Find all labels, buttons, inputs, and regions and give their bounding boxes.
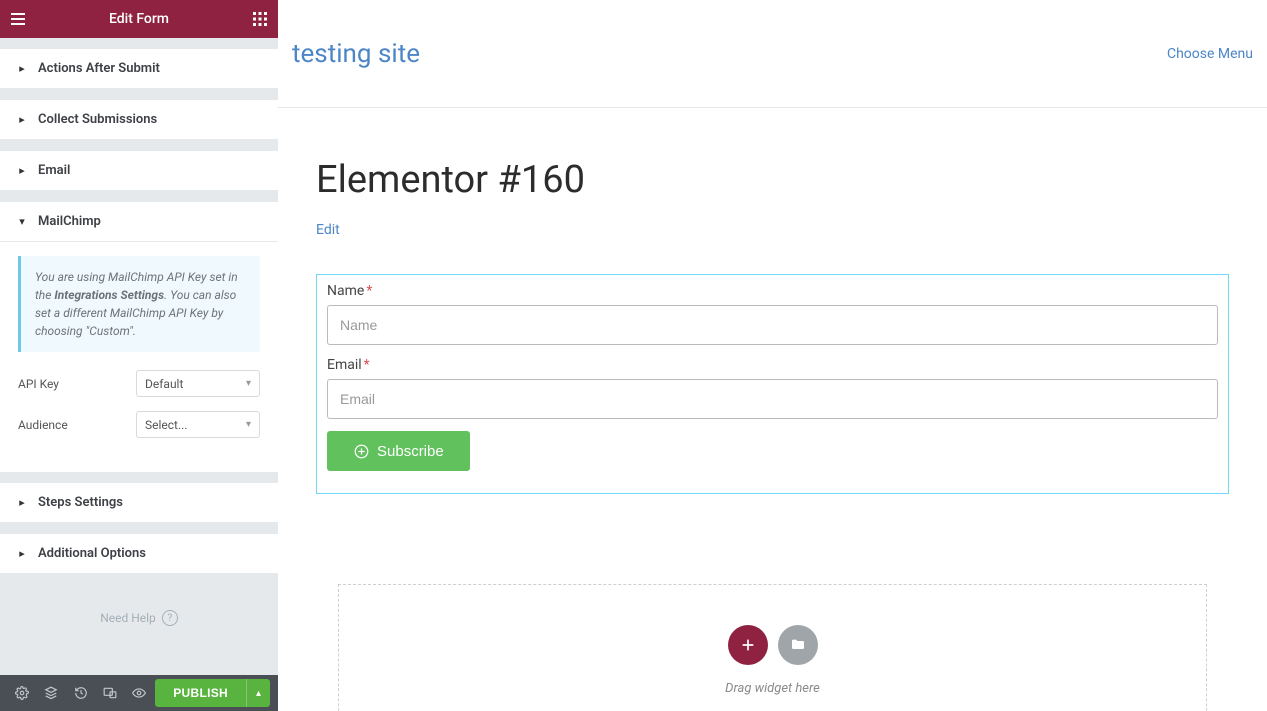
email-input[interactable] <box>327 379 1218 419</box>
required-asterisk: * <box>366 283 372 299</box>
subscribe-button[interactable]: Subscribe <box>327 431 470 471</box>
editor-sidebar: Edit Form ▸ Actions After Submit ▸ Colle… <box>0 0 278 711</box>
add-section-button[interactable] <box>728 625 768 665</box>
drop-zone-hint: Drag widget here <box>725 681 820 696</box>
chevron-down-icon: ▾ <box>246 378 251 389</box>
audience-label: Audience <box>18 418 68 432</box>
form-field-name: Name* <box>327 283 1218 345</box>
section-label: MailChimp <box>38 214 101 229</box>
need-help[interactable]: Need Help ? <box>0 574 278 646</box>
caret-right-icon: ▸ <box>16 497 28 509</box>
form-field-email: Email* <box>327 357 1218 419</box>
add-template-button[interactable] <box>778 625 818 665</box>
apps-grid-icon[interactable] <box>252 11 268 27</box>
caret-right-icon: ▸ <box>16 114 28 126</box>
audience-value: Select... <box>145 418 187 432</box>
sidebar-title: Edit Form <box>26 11 252 27</box>
section-label: Actions After Submit <box>38 61 160 76</box>
section-mailchimp[interactable]: ▾ MailChimp <box>0 201 278 242</box>
publish-options-button[interactable]: ▴ <box>246 679 270 707</box>
section-label: Additional Options <box>38 546 146 561</box>
section-label: Email <box>38 163 70 178</box>
drop-zone-buttons <box>728 625 818 665</box>
mailchimp-info-box: You are using MailChimp API Key set in t… <box>18 256 260 352</box>
name-input[interactable] <box>327 305 1218 345</box>
audience-row: Audience Select... ▾ <box>18 411 260 438</box>
section-actions-after-submit[interactable]: ▸ Actions After Submit <box>0 48 278 89</box>
audience-select[interactable]: Select... ▾ <box>136 411 260 438</box>
api-key-row: API Key Default ▾ <box>18 370 260 397</box>
preview-eye-icon[interactable] <box>126 679 153 707</box>
plus-circle-icon <box>353 443 369 459</box>
sidebar-header: Edit Form <box>0 0 278 38</box>
name-label: Name* <box>327 283 1218 299</box>
api-key-select[interactable]: Default ▾ <box>136 370 260 397</box>
need-help-label: Need Help <box>100 611 156 625</box>
caret-right-icon: ▸ <box>16 63 28 75</box>
caret-right-icon: ▸ <box>16 165 28 177</box>
section-email[interactable]: ▸ Email <box>0 150 278 191</box>
form-widget[interactable]: Name* Email* Subscribe <box>316 274 1229 494</box>
publish-button[interactable]: PUBLISH <box>155 679 246 707</box>
sidebar-footer: PUBLISH ▴ <box>0 675 278 711</box>
section-label: Collect Submissions <box>38 112 157 127</box>
api-key-value: Default <box>145 377 183 391</box>
page-title: Elementor #160 <box>316 158 1229 202</box>
navigator-icon[interactable] <box>37 679 64 707</box>
edit-link[interactable]: Edit <box>316 222 340 238</box>
email-label: Email* <box>327 357 1218 373</box>
api-key-label: API Key <box>18 377 59 391</box>
info-text-strong: Integrations Settings <box>54 288 164 302</box>
section-steps-settings[interactable]: ▸ Steps Settings <box>0 482 278 523</box>
chevron-down-icon: ▾ <box>246 419 251 430</box>
section-label: Steps Settings <box>38 495 123 510</box>
section-collect-submissions[interactable]: ▸ Collect Submissions <box>0 99 278 140</box>
responsive-icon[interactable] <box>96 679 123 707</box>
subscribe-label: Subscribe <box>377 443 444 460</box>
required-asterisk: * <box>364 357 370 373</box>
mailchimp-body: You are using MailChimp API Key set in t… <box>0 242 278 472</box>
preview-area: testing site Choose Menu Elementor #160 … <box>278 0 1267 711</box>
settings-icon[interactable] <box>8 679 35 707</box>
panel-scroll: ▸ Actions After Submit ▸ Collect Submiss… <box>0 38 278 675</box>
caret-right-icon: ▸ <box>16 548 28 560</box>
page-body: Elementor #160 Edit Name* Email* Subscri… <box>278 108 1267 711</box>
site-header: testing site Choose Menu <box>278 0 1267 108</box>
publish-group: PUBLISH ▴ <box>155 679 270 707</box>
choose-menu-link[interactable]: Choose Menu <box>1167 46 1253 62</box>
history-icon[interactable] <box>67 679 94 707</box>
drop-zone[interactable]: Drag widget here <box>338 584 1207 711</box>
caret-down-icon: ▾ <box>16 216 28 228</box>
site-title[interactable]: testing site <box>292 39 420 69</box>
help-icon: ? <box>162 610 178 626</box>
hamburger-icon[interactable] <box>10 11 26 27</box>
section-additional-options[interactable]: ▸ Additional Options <box>0 533 278 574</box>
